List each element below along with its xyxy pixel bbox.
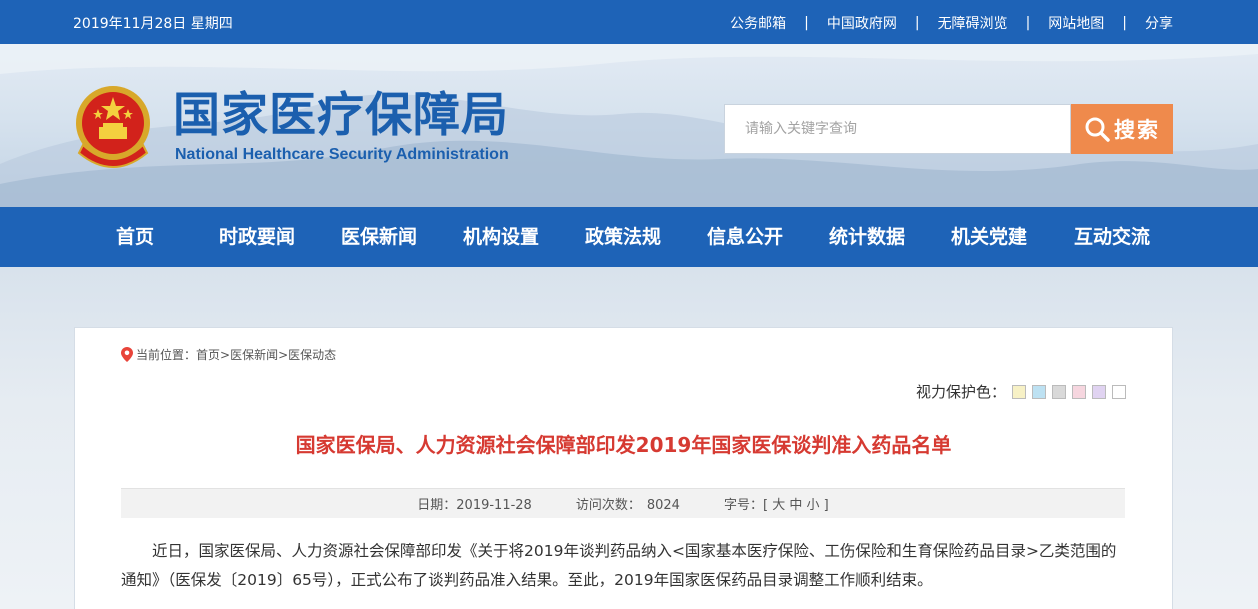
breadcrumb-home[interactable]: 首页 <box>196 346 220 363</box>
current-date: 2019年11月28日 星期四 <box>73 16 233 32</box>
color-swatch-blue[interactable] <box>1032 384 1046 399</box>
color-swatch-white[interactable] <box>1112 384 1126 399</box>
link-accessibility[interactable]: 无障碍浏览 <box>938 13 1008 33</box>
breadcrumb-healthcare-news[interactable]: 医保新闻 <box>230 346 278 363</box>
search-box: 搜索 <box>724 104 1173 154</box>
search-icon <box>1085 117 1110 142</box>
nav-item-info-disclosure[interactable]: 信息公开 <box>684 207 806 267</box>
main-nav: 首页 时政要闻 医保新闻 机构设置 政策法规 信息公开 统计数据 机关党建 互动… <box>0 207 1258 267</box>
separator: | <box>1122 15 1127 31</box>
link-sitemap[interactable]: 网站地图 <box>1048 13 1104 33</box>
date-value: 2019-11-28 <box>456 498 532 513</box>
site-logo-english: National Healthcare Security Administrat… <box>175 146 509 163</box>
font-size-large[interactable]: 大 <box>772 498 785 513</box>
site-header: 国家医疗保障局 National Healthcare Security Adm… <box>0 44 1258 207</box>
eye-protection-label: 视力保护色： <box>915 383 1006 401</box>
separator: | <box>914 15 920 31</box>
nav-item-home[interactable]: 首页 <box>74 207 196 267</box>
nav-item-policies[interactable]: 政策法规 <box>562 207 684 267</box>
separator: | <box>1025 15 1031 31</box>
location-pin-icon <box>121 347 133 362</box>
search-button-label: 搜索 <box>1114 118 1160 142</box>
site-logo-chinese[interactable]: 国家医疗保障局 <box>173 88 509 144</box>
top-links: 公务邮箱 | 中国政府网 | 无障碍浏览 | 网站地图 | 分享 <box>730 13 1173 33</box>
national-emblem-icon <box>76 86 150 168</box>
nav-item-healthcare-news[interactable]: 医保新闻 <box>318 207 440 267</box>
search-input[interactable] <box>724 104 1071 154</box>
nav-item-current-affairs[interactable]: 时政要闻 <box>196 207 318 267</box>
article-card: 当前位置： 首页 > 医保新闻 > 医保动态 视力保护色： 国家医保局、人力资源… <box>74 327 1173 609</box>
nav-item-interaction[interactable]: 互动交流 <box>1051 207 1173 267</box>
top-bar: 2019年11月28日 星期四 公务邮箱 | 中国政府网 | 无障碍浏览 | 网… <box>0 0 1258 44</box>
color-swatch-yellow[interactable] <box>1012 384 1026 399</box>
font-size-medium[interactable]: 中 <box>789 498 802 513</box>
font-size-small[interactable]: 小 <box>807 498 820 513</box>
breadcrumb-prefix: 当前位置： <box>136 348 197 362</box>
font-size-bracket-close: ] <box>823 498 829 513</box>
visits-value: 8024 <box>646 498 680 513</box>
article-body: 近日，国家医保局、人力资源社会保障部印发《关于将2019年谈判药品纳入<国家基本… <box>121 542 1117 589</box>
font-size-control: 字号：[ 大 中 小 ] <box>724 494 829 513</box>
color-swatch-purple[interactable] <box>1092 384 1106 399</box>
nav-item-statistics[interactable]: 统计数据 <box>806 207 928 267</box>
article-title: 国家医保局、人力资源社会保障部印发2019年国家医保谈判准入药品名单 <box>295 433 952 457</box>
article-date: 日期：2019-11-28 <box>417 494 532 513</box>
search-button[interactable]: 搜索 <box>1071 104 1173 154</box>
nav-item-party-building[interactable]: 机关党建 <box>928 207 1050 267</box>
visits-label: 访问次数： <box>575 498 641 513</box>
nav-item-organization[interactable]: 机构设置 <box>440 207 562 267</box>
breadcrumb: 当前位置： 首页 > 医保新闻 > 医保动态 <box>121 346 336 363</box>
font-size-label: 字号： <box>723 498 763 513</box>
font-size-bracket-open: [ <box>762 498 769 513</box>
breadcrumb-separator: > <box>220 347 231 362</box>
separator: | <box>804 15 809 31</box>
color-swatch-pink[interactable] <box>1072 384 1086 399</box>
link-share[interactable]: 分享 <box>1145 13 1173 33</box>
breadcrumb-separator: > <box>278 347 289 362</box>
eye-protection-colors: 视力保护色： <box>916 381 1126 402</box>
link-email[interactable]: 公务邮箱 <box>730 13 786 33</box>
link-gov-site[interactable]: 中国政府网 <box>827 13 897 33</box>
color-swatch-gray[interactable] <box>1052 384 1066 399</box>
article-meta: 日期：2019-11-28 访问次数： 8024 字号：[ 大 中 小 ] <box>121 488 1125 518</box>
article-visits: 访问次数： 8024 <box>576 494 680 513</box>
date-label: 日期： <box>417 498 457 513</box>
breadcrumb-healthcare-updates[interactable]: 医保动态 <box>288 346 336 363</box>
